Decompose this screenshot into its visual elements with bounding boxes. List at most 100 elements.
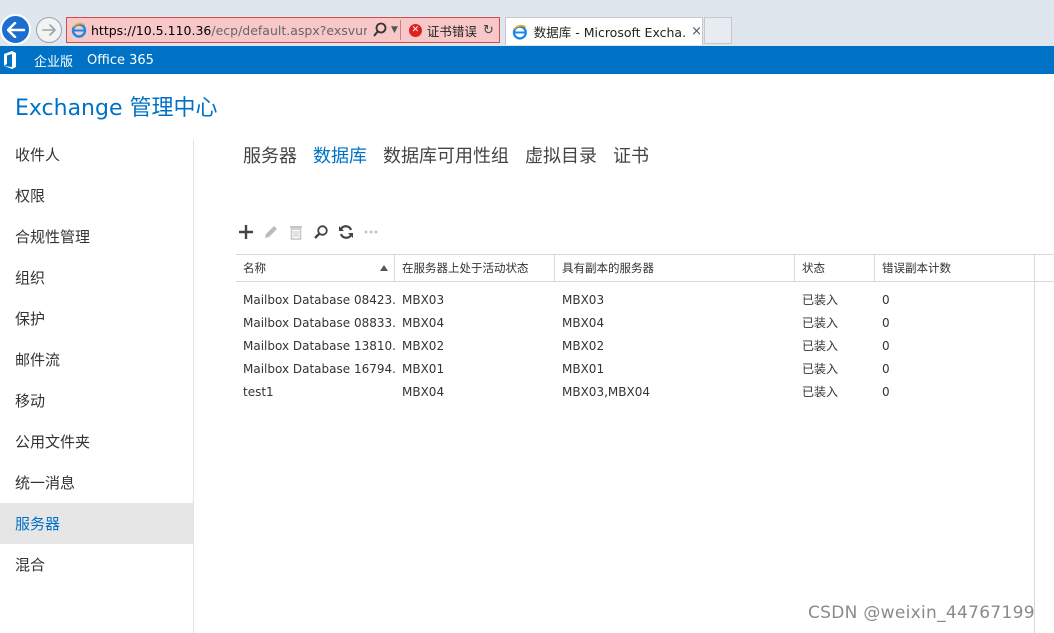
address-separator: [399, 20, 401, 40]
nav-item-label: 组织: [15, 269, 46, 287]
search-button[interactable]: [311, 222, 331, 242]
column-header-active-server[interactable]: 在服务器上处于活动状态: [395, 255, 555, 281]
tab-certificates[interactable]: 证书: [613, 142, 649, 168]
add-button[interactable]: [236, 222, 256, 242]
pencil-icon: [265, 226, 277, 238]
cell-servers-with-copies: MBX01: [562, 361, 605, 376]
sub-tabs: 服务器 数据库 数据库可用性组 虚拟目录 证书: [243, 142, 665, 168]
cell-servers-with-copies: MBX04: [562, 315, 605, 330]
nav-item-protection[interactable]: 保护: [0, 298, 193, 339]
cell-servers-with-copies: MBX03,MBX04: [562, 384, 650, 399]
list-header: 名称 在服务器上处于活动状态 具有副本的服务器 状态 错误副本计数: [236, 254, 1054, 282]
product-label[interactable]: Office 365: [87, 53, 154, 68]
cell-name: Mailbox Database 08423...: [243, 292, 395, 307]
column-header-status[interactable]: 状态: [795, 255, 875, 281]
nav-item-label: 混合: [15, 556, 46, 574]
ellipsis-icon: [364, 230, 378, 234]
search-icon[interactable]: [371, 21, 389, 39]
ie-icon: [71, 22, 87, 38]
chevron-down-icon[interactable]: ▼: [391, 25, 398, 35]
plus-icon: [239, 225, 253, 239]
nav-item-servers[interactable]: 服务器: [0, 503, 193, 544]
cell-status: 已装入: [802, 339, 839, 353]
close-icon[interactable]: ×: [691, 24, 702, 39]
cell-name: test1: [243, 384, 274, 399]
cell-active-server: MBX04: [402, 315, 445, 330]
browser-chrome: https://10.5.110.36/ecp/default.aspx?exs…: [0, 0, 1054, 46]
refresh-button[interactable]: [336, 222, 356, 242]
table-row[interactable]: Mailbox Database 08423... MBX03 MBX03 已装…: [236, 288, 1054, 311]
delete-button[interactable]: [286, 222, 306, 242]
browser-tab[interactable]: 数据库 - Microsoft Excha... ×: [505, 17, 703, 45]
forward-button[interactable]: [36, 17, 62, 43]
column-header-label: 具有副本的服务器: [562, 261, 654, 275]
cell-bad-copy-count: 0: [882, 361, 890, 376]
toolbar: [236, 222, 386, 242]
cell-name: Mailbox Database 13810...: [243, 338, 395, 353]
office-logo-icon[interactable]: [2, 51, 18, 69]
url-text[interactable]: https://10.5.110.36/ecp/default.aspx?exs…: [91, 23, 367, 38]
cell-status: 已装入: [802, 293, 839, 307]
column-header-label: 名称: [243, 261, 266, 275]
nav-item-label: 权限: [15, 187, 46, 205]
search-icon: [314, 225, 328, 239]
cell-status: 已装入: [802, 316, 839, 330]
nav-item-recipients[interactable]: 收件人: [0, 134, 193, 175]
list-body: Mailbox Database 08423... MBX03 MBX03 已装…: [236, 288, 1054, 403]
nav-item-label: 收件人: [15, 146, 61, 164]
sort-ascending-icon: [380, 265, 388, 271]
column-header-label: 在服务器上处于活动状态: [402, 261, 529, 275]
new-tab-button[interactable]: [704, 17, 732, 44]
column-header-name[interactable]: 名称: [236, 255, 395, 281]
nav-item-public-folders[interactable]: 公用文件夹: [0, 421, 193, 462]
edit-button[interactable]: [261, 222, 281, 242]
cell-bad-copy-count: 0: [882, 292, 890, 307]
cell-status: 已装入: [802, 362, 839, 376]
nav-item-permissions[interactable]: 权限: [0, 175, 193, 216]
nav-item-label: 统一消息: [15, 474, 76, 492]
nav-item-label: 保护: [15, 310, 46, 328]
nav-item-mobile[interactable]: 移动: [0, 380, 193, 421]
cell-active-server: MBX03: [402, 292, 445, 307]
nav-item-label: 移动: [15, 392, 46, 410]
cell-bad-copy-count: 0: [882, 315, 890, 330]
edition-label[interactable]: 企业版: [34, 51, 73, 70]
nav-item-label: 合规性管理: [15, 228, 91, 246]
trash-icon: [290, 226, 302, 240]
refresh-icon[interactable]: ↻: [483, 23, 494, 38]
nav-item-label: 公用文件夹: [15, 433, 91, 451]
cell-active-server: MBX01: [402, 361, 445, 376]
table-row[interactable]: test1 MBX04 MBX03,MBX04 已装入 0: [236, 380, 1054, 403]
tab-databases[interactable]: 数据库: [313, 142, 367, 168]
cert-error-label[interactable]: 证书错误: [427, 21, 477, 40]
cell-name: Mailbox Database 08833...: [243, 315, 395, 330]
table-row[interactable]: Mailbox Database 08833... MBX04 MBX04 已装…: [236, 311, 1054, 334]
cell-name: Mailbox Database 16794...: [243, 361, 395, 376]
error-icon[interactable]: ✕: [408, 23, 422, 37]
page-title: Exchange 管理中心: [15, 96, 218, 121]
column-header-servers-with-copies[interactable]: 具有副本的服务器: [555, 255, 795, 281]
tab-servers[interactable]: 服务器: [243, 142, 297, 168]
column-header-bad-copy-count[interactable]: 错误副本计数: [875, 255, 1035, 281]
address-bar[interactable]: https://10.5.110.36/ecp/default.aspx?exs…: [66, 17, 500, 43]
database-list: 名称 在服务器上处于活动状态 具有副本的服务器 状态 错误副本计数 Mailbo…: [236, 254, 1054, 403]
cell-active-server: MBX04: [402, 384, 445, 399]
tab-virtual-directories[interactable]: 虚拟目录: [525, 142, 597, 168]
refresh-icon: [339, 225, 353, 239]
table-row[interactable]: Mailbox Database 16794... MBX01 MBX01 已装…: [236, 357, 1054, 380]
more-button[interactable]: [361, 222, 381, 242]
cell-servers-with-copies: MBX03: [562, 292, 605, 307]
nav-item-unified-messaging[interactable]: 统一消息: [0, 462, 193, 503]
nav-item-label: 服务器: [15, 515, 61, 533]
back-button[interactable]: [0, 14, 31, 45]
nav-divider: [193, 140, 194, 633]
ie-icon: [512, 24, 527, 40]
table-row[interactable]: Mailbox Database 13810... MBX02 MBX02 已装…: [236, 334, 1054, 357]
nav-item-mail-flow[interactable]: 邮件流: [0, 339, 193, 380]
nav-item-compliance[interactable]: 合规性管理: [0, 216, 193, 257]
nav-item-organization[interactable]: 组织: [0, 257, 193, 298]
nav-item-hybrid[interactable]: 混合: [0, 544, 193, 585]
cell-active-server: MBX02: [402, 338, 445, 353]
column-header-label: 错误副本计数: [882, 261, 951, 275]
tab-dags[interactable]: 数据库可用性组: [383, 142, 509, 168]
